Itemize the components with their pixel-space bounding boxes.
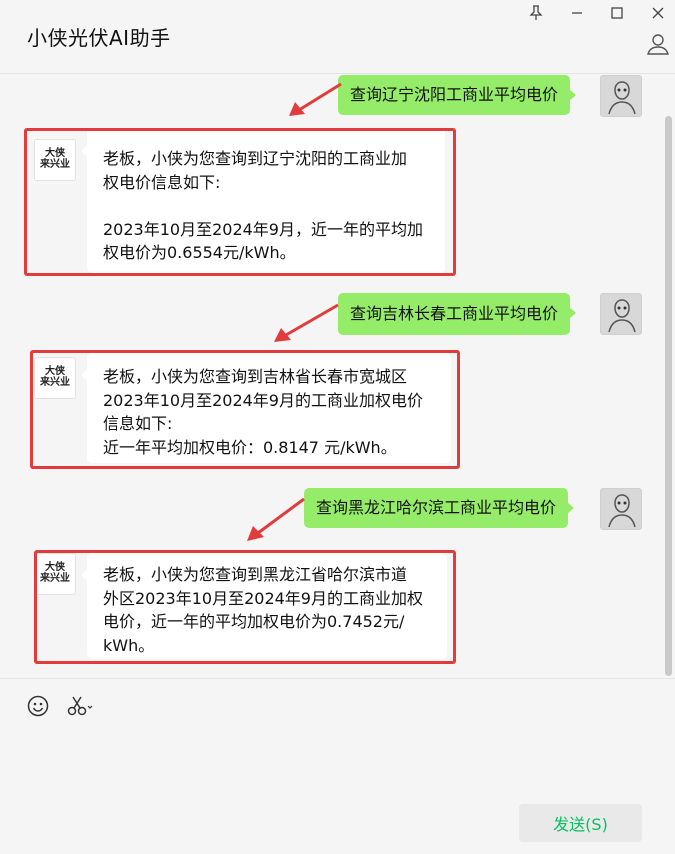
arrow-annotation — [274, 303, 339, 342]
user-message-bubble[interactable]: 查询辽宁沈阳工商业平均电价 — [338, 75, 577, 115]
close-icon[interactable] — [645, 2, 671, 24]
scissors-icon[interactable] — [66, 694, 94, 718]
bot-avatar[interactable]: 大侠 来兴业 — [34, 553, 76, 595]
chat-scrollbar[interactable] — [665, 116, 672, 676]
emoji-icon[interactable] — [27, 695, 49, 717]
user-message-bubble[interactable]: 查询吉林长春工商业平均电价 — [338, 293, 577, 335]
maximize-icon[interactable] — [604, 2, 630, 24]
bot-logo: 大侠 来兴业 — [40, 148, 70, 170]
title-bar: 小侠光伏AI助手 — [0, 0, 675, 74]
send-button[interactable]: 发送(S) — [519, 804, 642, 842]
bot-logo: 大侠 来兴业 — [40, 366, 70, 388]
minimize-icon[interactable] — [564, 2, 590, 24]
bot-avatar[interactable]: 大侠 来兴业 — [34, 139, 76, 181]
user-message-bubble[interactable]: 查询黑龙江哈尔滨工商业平均电价 — [304, 488, 575, 528]
bot-message-bubble[interactable]: 老板，小侠为您查询到黑龙江省哈尔滨市道 外区2023年10月至2024年9月的工… — [81, 553, 447, 659]
person-icon[interactable] — [646, 32, 670, 56]
bot-avatar[interactable]: 大侠 来兴业 — [34, 357, 76, 399]
message-input[interactable] — [20, 731, 650, 791]
window-title: 小侠光伏AI助手 — [27, 26, 171, 50]
arrow-annotation — [289, 82, 342, 116]
user-avatar[interactable] — [600, 488, 642, 530]
bot-message-bubble[interactable]: 老板，小侠为您查询到辽宁沈阳的工商业加 权电价信息如下: 2023年10月至20… — [81, 129, 445, 273]
user-avatar[interactable] — [600, 293, 642, 335]
bot-message-bubble[interactable]: 老板，小侠为您查询到吉林省长春市宽城区 2023年10月至2024年9月的工商业… — [81, 353, 451, 463]
user-avatar[interactable] — [600, 75, 642, 117]
bot-logo: 大侠 来兴业 — [40, 562, 70, 584]
message-list[interactable]: 查询辽宁沈阳工商业平均电价 大侠 来兴业 老板，小侠为您查询到辽宁沈阳的工商业加… — [0, 75, 675, 678]
composer: 发送(S) — [0, 678, 675, 854]
chat-window: 小侠光伏AI助手 查询辽宁沈阳工商业平均电价 大侠 来兴业 老板，小侠为您查询到… — [0, 0, 675, 854]
arrow-annotation — [247, 497, 305, 541]
pin-icon[interactable] — [523, 2, 549, 24]
